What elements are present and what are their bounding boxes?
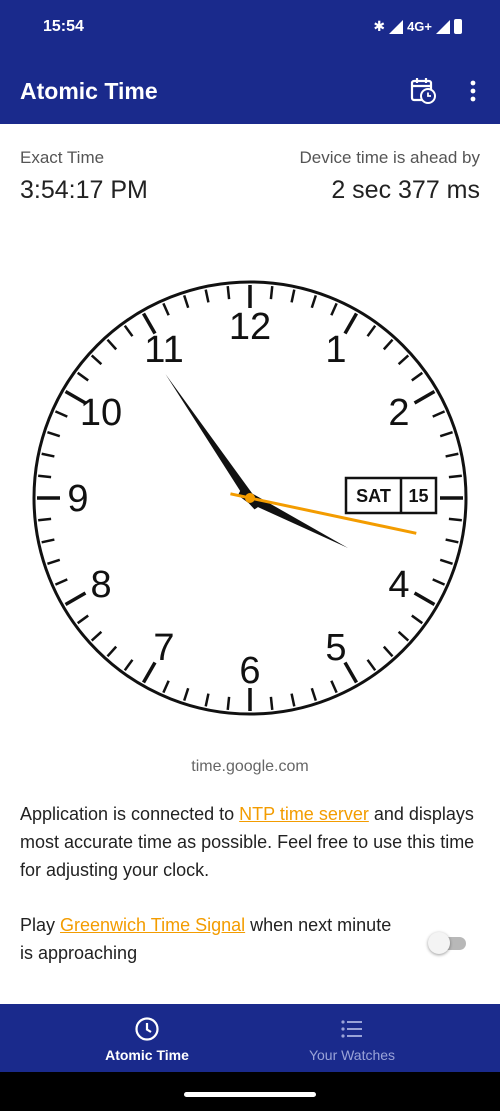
clock-number: 7 [153, 627, 174, 669]
clock-number: 9 [67, 478, 88, 520]
more-vert-icon[interactable] [462, 78, 484, 104]
clock-tick [226, 286, 231, 300]
exact-time-label: Exact Time [20, 148, 105, 167]
app-title: Atomic Time [20, 78, 158, 104]
list-icon [341, 1020, 362, 1038]
clock-tick [269, 696, 274, 710]
bottom-navigation: Atomic Time Your Watches [0, 1004, 500, 1072]
time-signal-text: Play Greenwich Time Signal when next min… [20, 911, 400, 967]
clock-tick [448, 517, 462, 522]
clock-tick [38, 517, 52, 522]
day-of-week: SAT [356, 486, 391, 506]
clock-number: 1 [325, 329, 346, 371]
description-before: Application is connected to [20, 804, 240, 824]
status-icons: ✱ 4G+ [373, 18, 462, 35]
nav-your-watches-label: Your Watches [308, 1047, 396, 1063]
ntp-server-name: time.google.com [191, 758, 309, 775]
date-window: SAT 15 [344, 476, 438, 515]
analog-clock: 12 12 45 6 78 9 10 11 SAT 15 [32, 280, 468, 716]
clock-center-pin [245, 493, 255, 503]
clock-tick [448, 474, 462, 479]
signal-before: Play [20, 915, 61, 935]
clock-number: 8 [90, 564, 111, 606]
status-time: 15:54 [43, 18, 84, 35]
bluetooth-icon: ✱ [373, 18, 386, 34]
offset-value: 2 sec 377 ms [331, 176, 480, 204]
signal-icon [389, 19, 404, 34]
clock-icon [135, 1017, 159, 1041]
network-type: 4G+ [407, 19, 432, 34]
battery-icon [454, 19, 462, 34]
ntp-server-link[interactable]: NTP time server [239, 804, 369, 824]
time-signal-toggle[interactable] [428, 932, 468, 954]
clock-number: 6 [239, 650, 260, 692]
calendar-clock-icon[interactable] [410, 76, 436, 104]
clock-tick [38, 474, 52, 479]
day-of-month: 15 [408, 486, 428, 506]
toggle-thumb [428, 932, 450, 954]
clock-tick [226, 696, 231, 710]
status-bar: 15:54 ✱ 4G+ [0, 0, 500, 58]
exact-time-value: 3:54:17 PM [20, 176, 148, 204]
clock-number: 11 [144, 329, 183, 371]
signal-icon-secondary [436, 19, 450, 34]
greenwich-signal-link[interactable]: Greenwich Time Signal [60, 915, 245, 935]
clock-number: 10 [80, 392, 122, 434]
clock-number: 12 [229, 306, 271, 348]
gesture-bar [0, 1072, 500, 1111]
offset-label: Device time is ahead by [299, 148, 480, 167]
description-text: Application is connected to NTP time ser… [20, 800, 485, 884]
clock-number: 5 [325, 627, 346, 669]
clock-number: 2 [388, 392, 409, 434]
clock-tick [269, 286, 274, 300]
clock-number: 4 [388, 564, 409, 606]
nav-your-watches[interactable]: Your Watches [227, 1004, 477, 1072]
app-bar: Atomic Time [0, 58, 500, 124]
home-indicator[interactable] [184, 1092, 316, 1097]
